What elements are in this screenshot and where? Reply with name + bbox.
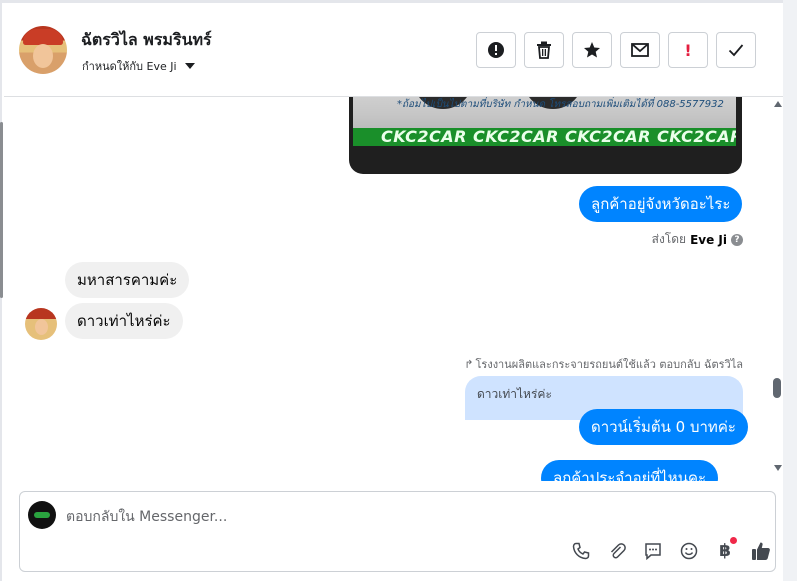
reply-input[interactable] <box>66 506 726 528</box>
star-icon <box>584 42 600 58</box>
baht-icon: ฿ <box>719 541 731 561</box>
reply-context-note: ↱ โรงงานผลิตและกระจายรถยนต์ใช้แล้ว ตอบกล… <box>464 355 743 373</box>
contact-avatar-small <box>25 308 57 340</box>
sent-by-prefix: ส่งโดย <box>651 232 687 246</box>
message-bubble-incoming[interactable]: มหาสารคามค่ะ <box>65 262 190 298</box>
conversation-header: ฉัตรวิไล พรมรินทร์ กำหนดให้กับ Eve Ji ! <box>4 3 783 97</box>
message-bubble-incoming[interactable]: ดาวเท่าไหร่ค่ะ <box>65 303 183 339</box>
image-caption-text: *ถ้อมไปเป็นไปตามที่บริษัท กำหนด โทรสอบถา… <box>397 99 724 110</box>
shared-car-image[interactable]: *ถ้อมไปเป็นไปตามที่บริษัท กำหนด โทรสอบถา… <box>349 97 742 174</box>
attachment-icon <box>610 543 626 559</box>
composer-tools: ฿ <box>563 537 779 563</box>
message-bubble-outgoing[interactable]: ลูกค้าอยู่จังหวัดอะไระ <box>579 186 743 222</box>
delete-button[interactable] <box>524 32 564 68</box>
scrollbar-thumb[interactable] <box>773 378 781 398</box>
reply-composer: ฿ <box>19 491 776 572</box>
contact-name[interactable]: ฉัตรวิไล พรมรินทร์ <box>81 28 212 53</box>
mark-done-button[interactable] <box>716 32 756 68</box>
star-button[interactable] <box>572 32 612 68</box>
follow-up-button[interactable]: ! <box>668 32 708 68</box>
mail-icon <box>631 43 649 57</box>
mark-unread-button[interactable] <box>620 32 660 68</box>
contact-avatar[interactable] <box>19 26 67 74</box>
sent-by-name: Eve Ji <box>690 232 727 247</box>
header-actions: ! <box>476 32 756 68</box>
caret-down-icon <box>184 63 195 69</box>
help-icon[interactable]: ? <box>731 233 743 246</box>
chat-bubble-icon <box>645 543 661 560</box>
saved-replies-button[interactable] <box>635 539 671 563</box>
message-bubble-outgoing[interactable]: ลูกค้าประจำอยู่ที่ไหนคะ <box>541 460 719 481</box>
reply-arrow-icon: ↱ <box>464 357 474 371</box>
left-scrollbar-thumb[interactable] <box>0 122 3 298</box>
notification-dot <box>730 537 737 544</box>
thread-scrollbar[interactable] <box>773 97 783 481</box>
payment-button[interactable]: ฿ <box>707 537 743 563</box>
message-bubble-outgoing[interactable]: ดาวน์เริ่มต้น 0 บาทค่ะ <box>579 409 748 445</box>
sent-by-label: ส่งโดย Eve Ji ? <box>652 230 743 249</box>
follow-up-icon: ! <box>684 40 692 60</box>
like-button[interactable] <box>743 539 779 563</box>
image-banner-text: CKC2CAR CKC2CAR CKC2CAR CKC2CAR CKC2CAR … <box>353 128 736 146</box>
report-spam-icon <box>488 42 504 58</box>
page-avatar <box>28 501 56 529</box>
message-thread[interactable]: *ถ้อมไปเป็นไปตามที่บริษัท กำหนด โทรสอบถา… <box>4 97 783 481</box>
thumbs-up-icon <box>752 542 770 560</box>
call-button[interactable] <box>563 539 599 563</box>
emoji-button[interactable] <box>671 539 707 563</box>
scroll-up-icon[interactable] <box>774 101 782 107</box>
attach-button[interactable] <box>599 539 635 563</box>
assign-dropdown[interactable]: กำหนดให้กับ Eve Ji <box>82 57 195 75</box>
assign-label: กำหนดให้กับ Eve Ji <box>82 60 177 73</box>
report-spam-button[interactable] <box>476 32 516 68</box>
trash-icon <box>537 41 551 59</box>
phone-icon <box>572 542 590 560</box>
emoji-icon <box>680 542 698 560</box>
reply-note-text: โรงงานผลิตและกระจายรถยนต์ใช้แล้ว ตอบกลับ… <box>475 358 744 371</box>
right-panel-edge <box>783 0 797 581</box>
scroll-down-icon[interactable] <box>774 465 782 471</box>
checkmark-icon <box>728 44 744 57</box>
